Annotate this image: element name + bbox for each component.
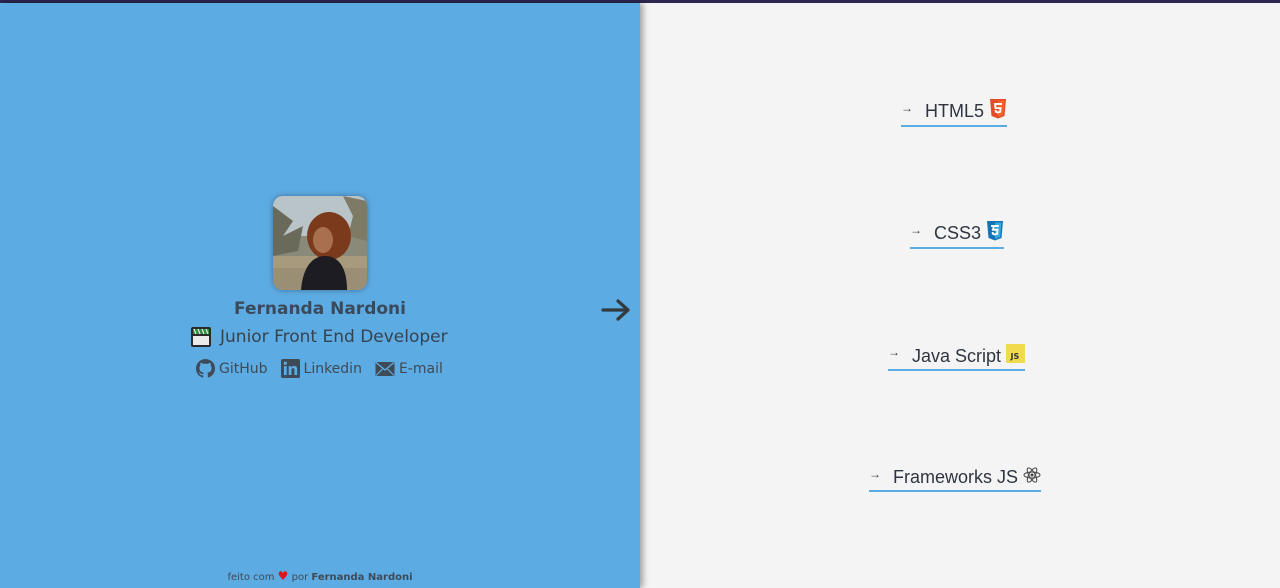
footer: feito com ♥ por Fernanda Nardoni	[0, 569, 640, 583]
skill-label: Java Script	[912, 345, 1002, 366]
linkedin-icon	[280, 359, 300, 378]
profile-role: Junior Front End Developer	[190, 325, 448, 349]
role-text: Junior Front End Developer	[220, 327, 448, 347]
skill-css3[interactable]: → CSS3	[910, 221, 1005, 249]
profile-name: Fernanda Nardoni	[234, 299, 406, 319]
skill-label: CSS3	[934, 223, 982, 243]
email-link[interactable]: E-mail	[375, 361, 443, 377]
js-icon: JS	[1006, 344, 1026, 368]
css3-icon	[986, 221, 1004, 246]
arrow-right-icon: →	[910, 222, 922, 237]
github-icon	[196, 359, 215, 378]
heart-icon: ♥	[277, 569, 289, 583]
arrow-right-icon: →	[888, 345, 900, 359]
clapperboard-icon	[190, 326, 212, 348]
avatar	[273, 196, 367, 290]
footer-prefix: feito com	[227, 572, 275, 583]
arrow-right-icon: →	[901, 100, 913, 115]
skill-frameworks[interactable]: → Frameworks JS	[869, 466, 1042, 492]
github-label: GitHub	[219, 360, 268, 377]
footer-middle: por	[291, 572, 309, 583]
linkedin-label: Linkedin	[303, 360, 362, 377]
html5-icon	[989, 99, 1007, 124]
skill-javascript[interactable]: → Java Script JS	[888, 344, 1026, 371]
mail-icon	[375, 361, 395, 376]
profile-panel: Fernanda Nardoni Junior Front End Develo…	[0, 3, 640, 588]
react-icon	[1023, 466, 1041, 489]
email-label: E-mail	[398, 360, 443, 377]
footer-author: Fernanda Nardoni	[311, 572, 413, 583]
next-arrow-icon[interactable]	[600, 296, 634, 324]
skills-panel: → HTML5 → CSS3 → Java Script JS → Framew…	[640, 3, 1280, 588]
skill-label: HTML5	[925, 101, 985, 121]
github-link[interactable]: GitHub	[196, 359, 268, 378]
skill-html5[interactable]: → HTML5	[901, 99, 1008, 127]
skill-label: Frameworks JS	[893, 467, 1019, 487]
svg-text:JS: JS	[1010, 352, 1020, 361]
social-links: GitHub Linkedin E-mail	[196, 359, 456, 378]
linkedin-link[interactable]: Linkedin	[280, 359, 362, 378]
arrow-right-icon: →	[869, 466, 881, 481]
avatar-photo	[273, 196, 367, 290]
